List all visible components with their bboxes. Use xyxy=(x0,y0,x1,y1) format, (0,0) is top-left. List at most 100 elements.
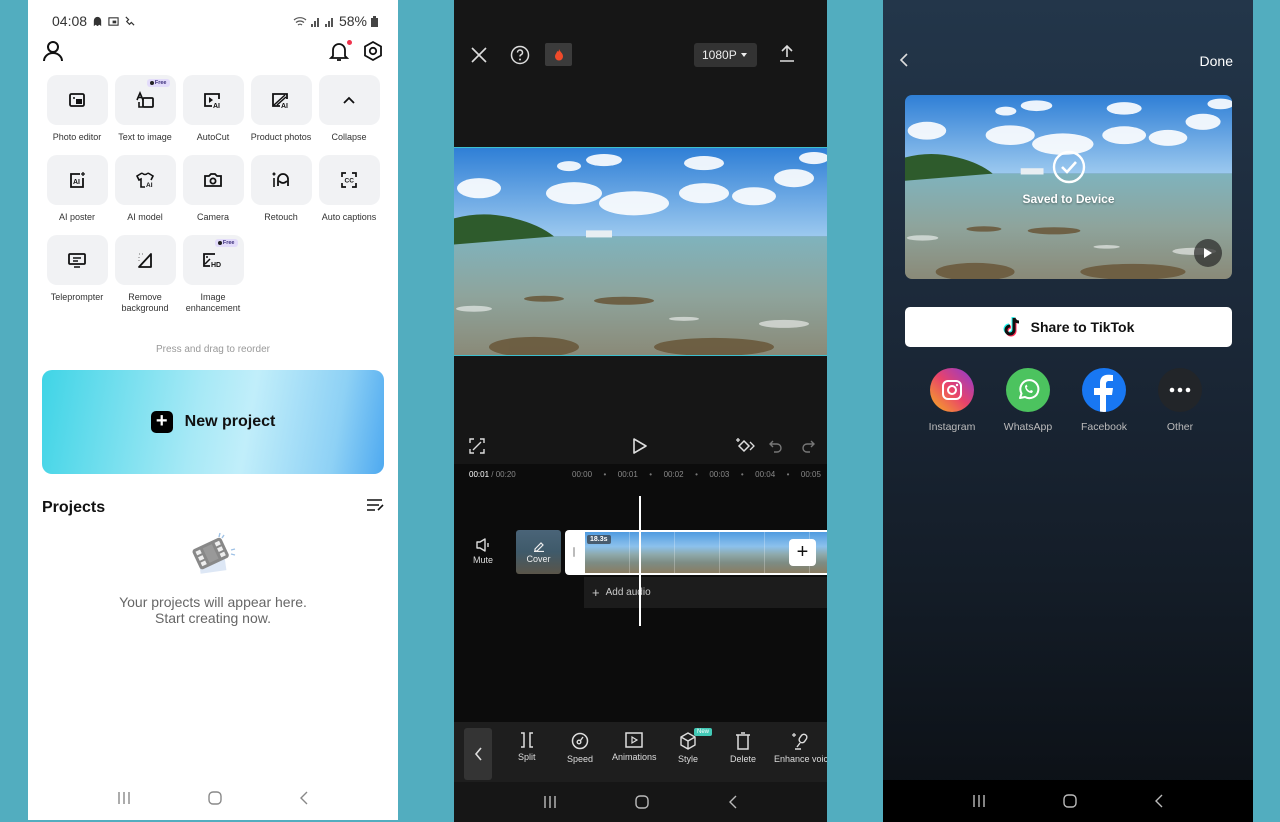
home-icon[interactable] xyxy=(1062,793,1078,809)
tool-image-enhancement[interactable]: Free HD Image enhancement xyxy=(182,235,244,314)
share-screen: Done Saved to Device Share to TikTok Ins… xyxy=(883,0,1253,822)
clip-duration: 18.3s xyxy=(587,535,611,544)
done-button[interactable]: Done xyxy=(1200,53,1233,69)
call-notification-icon xyxy=(125,15,135,26)
add-clip-button[interactable]: + xyxy=(789,539,816,566)
tool-style[interactable]: New Style xyxy=(678,728,713,764)
battery-icon xyxy=(371,15,378,27)
free-badge: Free xyxy=(214,239,238,247)
empty-line-1: Your projects will appear here. xyxy=(119,594,307,610)
tool-product-photos[interactable]: AI Product photos xyxy=(250,75,312,143)
current-time: 00:01 xyxy=(469,470,490,479)
system-nav-bar xyxy=(883,780,1253,822)
ghost-notification-icon xyxy=(93,16,102,26)
ruler-tick: 00:03 xyxy=(709,470,730,479)
tool-enhance-voice[interactable]: Enhance voic xyxy=(774,732,827,764)
split-icon xyxy=(520,732,533,748)
check-circle-icon xyxy=(1052,150,1085,184)
timeline[interactable]: 00:01 / 00:20 00:00 • 00:01 • 00:02 • 00:03… xyxy=(454,464,827,722)
cover-button[interactable]: Cover xyxy=(516,530,561,574)
auto-captions-icon: CC xyxy=(341,172,357,188)
film-reel-icon xyxy=(192,532,236,574)
video-clip[interactable]: 18.3s xyxy=(565,530,827,575)
play-button[interactable] xyxy=(1194,239,1222,267)
back-icon[interactable] xyxy=(1153,793,1165,809)
tool-photo-editor[interactable]: Photo editor xyxy=(46,75,108,143)
share-facebook[interactable]: Facebook xyxy=(1081,368,1127,433)
svg-text:AI: AI xyxy=(213,103,220,109)
tool-ai-model[interactable]: AI AI model xyxy=(114,155,176,223)
export-icon[interactable] xyxy=(779,43,795,68)
undo-icon[interactable] xyxy=(769,439,783,458)
plus-icon: + xyxy=(592,585,600,600)
ruler-tick: 00:02 xyxy=(663,470,684,479)
tool-retouch[interactable]: Retouch xyxy=(250,155,312,223)
tool-split[interactable]: Split xyxy=(518,732,536,762)
tool-camera[interactable]: Camera xyxy=(182,155,244,223)
notifications-icon[interactable] xyxy=(328,40,352,67)
svg-text:HD: HD xyxy=(211,262,221,269)
video-preview[interactable] xyxy=(454,147,827,356)
image-enhancement-icon: HD xyxy=(203,253,221,269)
ai-model-icon: AI xyxy=(135,172,155,189)
back-icon[interactable] xyxy=(298,790,310,806)
play-icon[interactable] xyxy=(632,437,648,460)
settings-icon[interactable] xyxy=(362,40,384,67)
keyframe-icon[interactable] xyxy=(735,437,755,460)
recent-apps-icon[interactable] xyxy=(971,794,987,808)
clip-trim-handle[interactable] xyxy=(573,547,575,557)
profile-icon[interactable] xyxy=(42,40,64,67)
share-whatsapp[interactable]: WhatsApp xyxy=(1004,368,1052,433)
back-icon[interactable] xyxy=(727,794,739,810)
tool-text-to-image[interactable]: Free Text to image xyxy=(114,75,176,143)
new-badge: New xyxy=(694,728,713,736)
exported-video-preview[interactable]: Saved to Device xyxy=(905,95,1232,279)
svg-text:AI: AI xyxy=(73,179,80,186)
close-icon[interactable] xyxy=(470,46,488,69)
mute-button[interactable]: Mute xyxy=(470,538,496,565)
home-screen: 04:08 58% Photo editor Free Text to imag… xyxy=(28,0,398,820)
signal-2-icon xyxy=(324,17,333,27)
share-to-tiktok-button[interactable]: Share to TikTok xyxy=(905,307,1232,347)
home-icon[interactable] xyxy=(207,790,223,806)
svg-text:AI: AI xyxy=(281,103,288,109)
instagram-icon xyxy=(930,368,974,412)
tool-animations[interactable]: Animations xyxy=(612,732,657,762)
photo-editor-icon xyxy=(69,93,85,107)
playhead[interactable] xyxy=(639,496,641,626)
tool-delete[interactable]: Delete xyxy=(730,732,756,764)
promo-button[interactable] xyxy=(545,43,572,66)
gallery-notification-icon xyxy=(108,16,119,26)
share-other[interactable]: Other xyxy=(1158,368,1202,433)
timecode: 00:01 / 00:20 xyxy=(469,470,516,479)
toolbar-back-button[interactable] xyxy=(464,728,492,780)
recent-apps-icon[interactable] xyxy=(116,791,132,805)
tool-autocut[interactable]: AI AutoCut xyxy=(182,75,244,143)
recent-apps-icon[interactable] xyxy=(542,795,558,809)
speaker-icon xyxy=(476,538,489,552)
ruler-tick: 00:05 xyxy=(800,470,821,479)
tool-ai-poster[interactable]: AI AI poster xyxy=(46,155,108,223)
ruler-tick: 00:00 xyxy=(572,470,593,479)
back-icon[interactable] xyxy=(899,52,909,73)
tool-collapse[interactable]: Collapse xyxy=(318,75,380,143)
share-instagram[interactable]: Instagram xyxy=(929,368,975,433)
new-project-button[interactable]: + New project xyxy=(42,370,384,474)
resolution-dropdown[interactable]: 1080P xyxy=(694,43,757,67)
free-badge: Free xyxy=(146,79,170,87)
home-icon[interactable] xyxy=(634,794,650,810)
add-audio-button[interactable]: + Add audio xyxy=(584,577,827,608)
svg-text:AI: AI xyxy=(146,182,153,189)
redo-icon[interactable] xyxy=(801,439,815,458)
autocut-icon: AI xyxy=(204,93,220,109)
tool-teleprompter[interactable]: Teleprompter xyxy=(46,235,108,314)
fullscreen-icon[interactable] xyxy=(469,438,485,459)
enhance-voice-icon xyxy=(792,733,808,750)
status-time: 04:08 xyxy=(52,13,88,29)
chevron-left-icon xyxy=(474,747,482,761)
help-icon[interactable] xyxy=(510,45,530,70)
tool-remove-background[interactable]: Remove background xyxy=(114,235,176,314)
tool-speed[interactable]: Speed xyxy=(567,732,593,764)
manage-projects-icon[interactable] xyxy=(366,498,384,517)
tool-auto-captions[interactable]: CC Auto captions xyxy=(318,155,380,223)
